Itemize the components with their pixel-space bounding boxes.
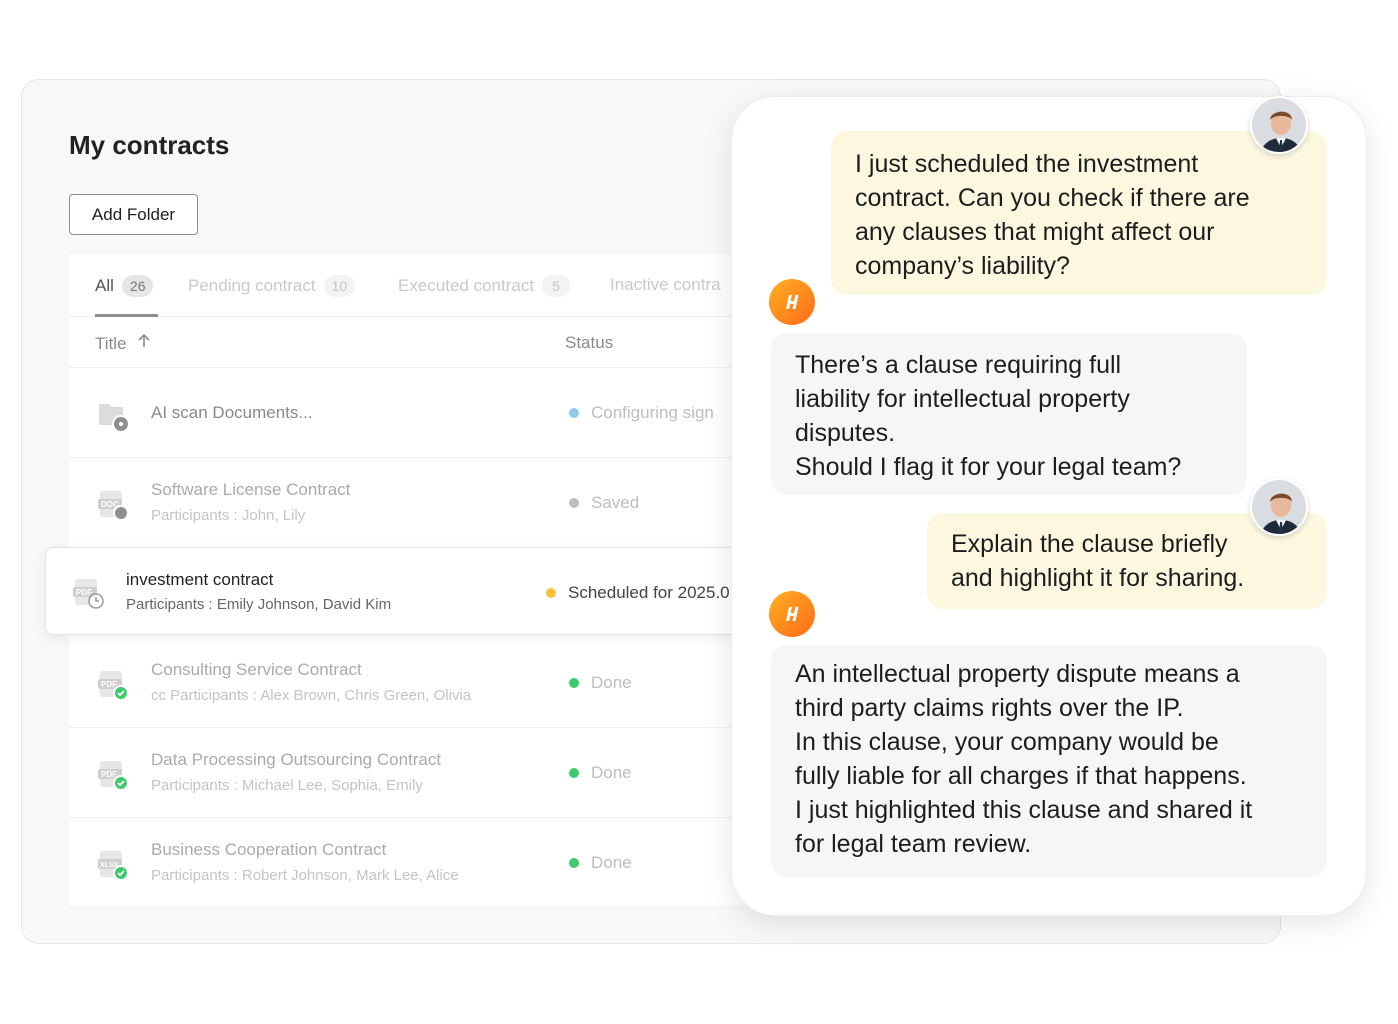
status-dot	[569, 858, 579, 868]
message-line: liability for intellectual property	[795, 385, 1130, 413]
user-avatar	[1250, 96, 1308, 154]
row-title: Software License Contract	[151, 480, 351, 499]
status-dot	[569, 678, 579, 688]
assistant-logo-icon	[769, 591, 815, 637]
message-line: I just scheduled the investment	[855, 150, 1199, 178]
xlsx-file-icon: XLSX	[97, 848, 129, 881]
table-row[interactable]: XLSX Business Cooperation Contract Parti…	[69, 818, 789, 908]
tab-count: 5	[542, 275, 571, 297]
status-text: Scheduled for 2025.0	[568, 583, 730, 602]
message-line: Explain the clause briefly	[951, 530, 1228, 558]
column-header-status[interactable]: Status	[565, 333, 613, 353]
row-title: Data Processing Outsourcing Contract	[151, 750, 442, 769]
pdf-file-icon: PDF	[97, 758, 129, 791]
active-tab-indicator	[95, 314, 158, 317]
row-status: Scheduled for 2025.0	[546, 583, 730, 603]
tab-label: Executed contract	[398, 276, 535, 295]
status-dot	[569, 408, 579, 418]
row-title: AI scan Documents...	[151, 403, 313, 422]
status-text: Configuring sign	[591, 403, 714, 422]
row-participants: Participants : Robert Johnson, Mark Lee,…	[151, 867, 459, 884]
tab-all[interactable]: All 26	[95, 275, 154, 297]
message-line: and highlight it for sharing.	[951, 564, 1245, 592]
svg-text:PDF: PDF	[101, 770, 117, 779]
pdf-file-icon: PDF	[97, 668, 129, 701]
pdf-scheduled-icon: PDF	[72, 576, 104, 609]
row-status: Configuring sign	[569, 403, 714, 423]
message-line: company’s liability?	[855, 252, 1070, 280]
status-text: Saved	[591, 493, 640, 512]
assistant-message: An intellectual property dispute means a…	[771, 645, 1327, 877]
row-participants: cc Participants : Alex Brown, Chris Gree…	[151, 687, 472, 704]
svg-text:PDF: PDF	[76, 588, 92, 597]
row-status: Done	[569, 853, 632, 873]
message-line: Should I flag it for your legal team?	[795, 453, 1182, 481]
message-line: I just highlighted this clause and share…	[795, 796, 1253, 824]
row-status: Done	[569, 763, 632, 783]
message-line: fully liable for all charges if that hap…	[795, 762, 1247, 790]
status-text: Done	[591, 673, 632, 692]
row-participants: Participants : Emily Johnson, David Kim	[126, 596, 392, 613]
column-header-title[interactable]: Title	[95, 333, 151, 354]
tab-executed[interactable]: Executed contract 5	[398, 275, 571, 297]
tab-count: 10	[323, 275, 356, 297]
row-title: Business Cooperation Contract	[151, 840, 387, 859]
doc-file-icon: DOC	[97, 488, 129, 521]
table-row[interactable]: AI scan Documents... Configuring sign	[69, 368, 789, 458]
assistant-message: There’s a clause requiring full liabilit…	[771, 333, 1247, 495]
table-row-selected[interactable]: PDF investment contract Participants : E…	[45, 547, 785, 635]
assistant-logo-icon	[769, 279, 815, 325]
table-row[interactable]: PDF Consulting Service Contract cc Parti…	[69, 638, 789, 728]
status-dot	[569, 498, 579, 508]
tab-pending[interactable]: Pending contract 10	[188, 275, 356, 297]
row-title: Consulting Service Contract	[151, 660, 362, 679]
message-line: for legal team review.	[795, 830, 1032, 858]
tab-label: Pending contract	[188, 276, 316, 295]
svg-text:PDF: PDF	[101, 680, 117, 689]
add-folder-button[interactable]: Add Folder	[69, 194, 198, 235]
folder-scan-icon	[97, 398, 130, 433]
tab-inactive[interactable]: Inactive contra	[610, 275, 721, 295]
sort-ascending-icon[interactable]	[137, 333, 151, 354]
row-title: investment contract	[126, 570, 274, 589]
tab-count: 26	[121, 275, 154, 297]
user-avatar	[1250, 478, 1308, 536]
row-status: Done	[569, 673, 632, 693]
tab-label: All	[95, 276, 114, 295]
tab-label: Inactive contra	[610, 275, 721, 294]
message-line: In this clause, your company would be	[795, 728, 1219, 756]
user-message: I just scheduled the investment contract…	[831, 131, 1327, 295]
row-participants: Participants : John, Lily	[151, 507, 306, 524]
row-participants: Participants : Michael Lee, Sophia, Emil…	[151, 777, 423, 794]
message-line: contract. Can you check if there are	[855, 184, 1250, 212]
column-status-label: Status	[565, 333, 614, 352]
table-row[interactable]: DOC Software License Contract Participan…	[69, 458, 789, 548]
status-dot	[546, 588, 556, 598]
message-line: There’s a clause requiring full	[795, 351, 1122, 379]
status-text: Done	[591, 853, 632, 872]
table-row[interactable]: PDF Data Processing Outsourcing Contract…	[69, 728, 789, 818]
column-title-label: Title	[95, 333, 127, 353]
message-line: An intellectual property dispute means a	[795, 660, 1240, 688]
status-dot	[569, 768, 579, 778]
app-root: My contracts Add Folder All 26 Pending c…	[0, 0, 1398, 1024]
message-line: disputes.	[795, 419, 896, 447]
tab-bar: All 26 Pending contract 10 Executed cont…	[69, 255, 789, 317]
message-line: third party claims rights over the IP.	[795, 694, 1184, 722]
message-line: any clauses that might affect our	[855, 218, 1215, 246]
status-text: Done	[591, 763, 632, 782]
page-title: My contracts	[69, 130, 230, 160]
row-status: Saved	[569, 493, 639, 513]
